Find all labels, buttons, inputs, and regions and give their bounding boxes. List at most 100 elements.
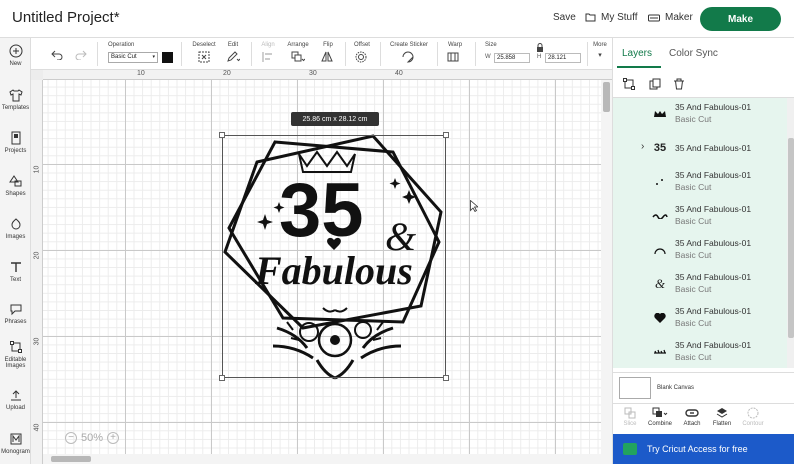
layer-operation: Basic Cut bbox=[675, 284, 712, 294]
left-ruler: 10 20 30 40 bbox=[31, 80, 43, 464]
offset-icon bbox=[355, 51, 367, 63]
ruler-mark: 10 bbox=[33, 165, 41, 174]
nav-shapes[interactable]: Shapes bbox=[0, 174, 31, 197]
nav-upload[interactable]: Upload bbox=[0, 388, 31, 411]
layer-row[interactable]: 35 And Fabulous-01 Basic Cut bbox=[613, 200, 787, 234]
operation-select[interactable]: Basic Cut ▾ bbox=[108, 52, 158, 63]
resize-handle[interactable] bbox=[219, 375, 225, 381]
scroll-thumb[interactable] bbox=[788, 138, 794, 338]
resize-handle[interactable] bbox=[443, 132, 449, 138]
size-label: Size bbox=[485, 42, 497, 48]
scroll-thumb[interactable] bbox=[51, 456, 91, 462]
layer-row[interactable]: 35 And Fabulous-01 Basic Cut bbox=[613, 234, 787, 268]
layer-row[interactable]: 35 And Fabulous-01 Basic Cut bbox=[613, 336, 787, 370]
more-label: More bbox=[593, 42, 607, 48]
blank-canvas-swatch[interactable] bbox=[619, 377, 651, 399]
arrange-button[interactable]: Arrange bbox=[285, 42, 311, 63]
toolbar-divider bbox=[345, 42, 346, 66]
create-sticker-label: Create Sticker bbox=[389, 42, 428, 48]
nav-images[interactable]: Images bbox=[0, 217, 31, 240]
nav-projects[interactable]: Projects bbox=[0, 131, 31, 154]
operation-color-swatch[interactable] bbox=[162, 52, 173, 63]
tab-color-sync[interactable]: Color Sync bbox=[669, 48, 718, 59]
nav-text[interactable]: Text bbox=[0, 260, 31, 283]
flip-label: Flip bbox=[323, 42, 333, 48]
number-35-icon: 35 bbox=[653, 142, 667, 154]
redo-icon[interactable] bbox=[75, 50, 87, 60]
scroll-thumb[interactable] bbox=[603, 82, 610, 112]
layer-row[interactable]: 35 And Fabulous-01 Basic Cut bbox=[613, 302, 787, 336]
arrange-label: Arrange bbox=[287, 42, 309, 48]
toolbar-divider bbox=[251, 42, 252, 66]
save-button[interactable]: Save bbox=[553, 12, 576, 23]
selection-box[interactable] bbox=[222, 135, 446, 378]
slice-button[interactable]: Slice bbox=[615, 407, 645, 427]
blank-canvas-row[interactable]: Blank Canvas bbox=[613, 372, 794, 404]
height-input[interactable]: 28.121 bbox=[545, 53, 581, 63]
maker-button[interactable]: Maker bbox=[648, 12, 693, 23]
nav-monogram[interactable]: Monogram bbox=[0, 432, 31, 455]
design-canvas[interactable]: 10 20 30 40 10 20 30 40 35 & Fabulous 25… bbox=[31, 70, 612, 464]
edit-button[interactable]: Edit bbox=[224, 42, 242, 63]
layer-row[interactable]: 35 And Fabulous-01 Basic Cut bbox=[613, 98, 787, 132]
width-label: W bbox=[485, 54, 491, 60]
contour-label: Contour bbox=[742, 421, 764, 427]
create-sticker-button[interactable]: Create Sticker bbox=[387, 42, 431, 63]
tab-layers[interactable]: Layers bbox=[622, 48, 652, 59]
ruler-mark: 30 bbox=[309, 70, 317, 77]
align-button[interactable]: Align bbox=[259, 42, 277, 63]
floral-icon bbox=[651, 344, 669, 360]
zoom-control: − 50% + bbox=[65, 432, 120, 444]
plus-circle-icon bbox=[9, 44, 22, 58]
attach-icon bbox=[685, 409, 699, 417]
warp-button[interactable]: Warp bbox=[445, 42, 465, 63]
duplicate-icon[interactable] bbox=[649, 78, 661, 90]
contour-button[interactable]: Contour bbox=[738, 407, 768, 427]
horizontal-scrollbar[interactable] bbox=[43, 454, 601, 464]
zoom-in-button[interactable]: + bbox=[107, 432, 120, 444]
layers-scrollbar[interactable] bbox=[787, 98, 794, 368]
undo-icon[interactable] bbox=[51, 50, 63, 60]
layer-operation: Basic Cut bbox=[675, 352, 712, 362]
combine-label: Combine bbox=[647, 421, 672, 427]
project-title[interactable]: Untitled Project* bbox=[12, 9, 120, 26]
my-stuff-button[interactable]: My Stuff bbox=[585, 12, 638, 23]
nav-templates[interactable]: Templates bbox=[0, 88, 31, 111]
more-button[interactable]: More ▾ bbox=[592, 42, 608, 59]
width-input[interactable]: 25.858 bbox=[494, 53, 530, 63]
nav-new[interactable]: New bbox=[0, 44, 31, 67]
resize-handle[interactable] bbox=[443, 375, 449, 381]
attach-button[interactable]: Attach bbox=[677, 407, 707, 427]
layer-row[interactable]: & 35 And Fabulous-01 Basic Cut bbox=[613, 268, 787, 302]
active-tab-indicator bbox=[617, 66, 661, 68]
ruler-mark: 30 bbox=[33, 337, 41, 346]
slice-icon bbox=[624, 407, 636, 419]
flatten-button[interactable]: Flatten bbox=[707, 407, 737, 427]
trash-icon[interactable] bbox=[673, 78, 685, 90]
flip-button[interactable]: Flip bbox=[319, 42, 337, 63]
make-button[interactable]: Make bbox=[700, 7, 781, 31]
layer-name: 35 And Fabulous-01 bbox=[675, 143, 752, 153]
layer-row[interactable]: › 35 35 And Fabulous-01 bbox=[613, 132, 787, 166]
vertical-scrollbar[interactable] bbox=[601, 80, 612, 464]
zoom-out-button[interactable]: − bbox=[65, 432, 77, 444]
layer-name: 35 And Fabulous-01 bbox=[675, 170, 752, 180]
chevron-right-icon[interactable]: › bbox=[641, 141, 644, 152]
cricut-access-label: Try Cricut Access for free bbox=[647, 444, 748, 454]
layer-row[interactable]: 35 And Fabulous-01 Basic Cut bbox=[613, 166, 787, 200]
nav-editable-images[interactable]: Editable Images bbox=[0, 340, 31, 369]
lock-icon[interactable] bbox=[536, 43, 544, 52]
offset-button[interactable]: Offset bbox=[352, 42, 372, 63]
deselect-button[interactable]: Deselect bbox=[191, 42, 217, 63]
layers-panel: Layers Color Sync 35 And Fabulous-01 Bas… bbox=[612, 38, 794, 464]
cricut-access-banner[interactable]: Try Cricut Access for free bbox=[613, 434, 794, 464]
group-icon[interactable] bbox=[623, 78, 635, 90]
nav-phrases[interactable]: Phrases bbox=[0, 302, 31, 325]
layer-name: 35 And Fabulous-01 bbox=[675, 340, 752, 350]
height-label: H bbox=[537, 54, 542, 60]
layer-name: 35 And Fabulous-01 bbox=[675, 204, 752, 214]
toolbar-divider bbox=[380, 42, 381, 66]
combine-button[interactable]: Combine bbox=[645, 407, 675, 427]
nav-templates-label: Templates bbox=[1, 105, 30, 111]
resize-handle[interactable] bbox=[219, 132, 225, 138]
